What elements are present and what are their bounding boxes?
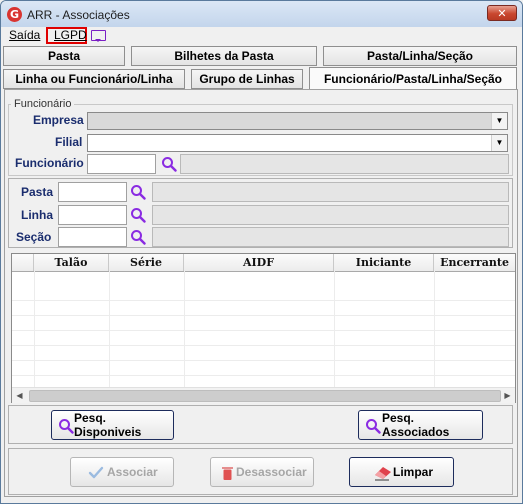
pesq-associados-button[interactable]: Pesq. Associados [358, 410, 483, 440]
search-icon [59, 419, 74, 434]
grid-row-line [12, 361, 515, 376]
pasta-description [152, 182, 509, 202]
checkmark-icon [88, 466, 104, 479]
grid-header-iniciante[interactable]: Iniciante [334, 254, 434, 271]
grid-row-line [12, 316, 515, 331]
scroll-right-icon[interactable]: ▶ [500, 388, 515, 403]
associar-button[interactable]: Associar [70, 457, 174, 487]
funcionario-code-input[interactable] [87, 154, 156, 174]
filial-label: Filial [55, 135, 83, 149]
desassociar-label: Desassociar [236, 465, 307, 479]
associar-label: Associar [107, 465, 158, 479]
window-title: ARR - Associações [27, 8, 130, 22]
grid-row-line [12, 331, 515, 346]
title-bar: G ARR - Associações ✕ [1, 1, 522, 27]
grid-header-aidf[interactable]: AIDF [184, 254, 334, 271]
pasta-label: Pasta [21, 185, 54, 199]
search-icon[interactable] [130, 229, 146, 245]
desassociar-button[interactable]: Desassociar [210, 457, 314, 487]
empresa-select[interactable]: ▼ [87, 112, 508, 130]
grid-row-line [12, 286, 515, 301]
tab-pasta-linha-secao[interactable]: Pasta/Linha/Seção [323, 46, 517, 66]
linha-label: Linha [21, 208, 53, 222]
limpar-button[interactable]: Limpar [349, 457, 454, 487]
linha-input[interactable] [58, 205, 127, 225]
close-button[interactable]: ✕ [487, 5, 517, 21]
pasta-input[interactable] [58, 182, 127, 202]
secao-input[interactable] [58, 227, 127, 247]
search-icon[interactable] [130, 184, 146, 200]
linha-description [152, 205, 509, 225]
grid-row-line [12, 301, 515, 316]
tab-pasta[interactable]: Pasta [3, 46, 125, 66]
menu-lgpd[interactable]: LGPD [54, 28, 87, 42]
funcionario-label: Funcionário [15, 156, 84, 170]
grid-header-select [12, 254, 34, 271]
pesq-disponiveis-label: Pesq. Disponiveis [74, 411, 142, 439]
pesq-associados-label: Pesq. Associados [382, 411, 450, 439]
grid-header-encerrante[interactable]: Encerrante [434, 254, 515, 271]
main-window: G ARR - Associações ✕ Saída LGPD Pasta B… [0, 0, 523, 504]
search-icon [366, 419, 381, 434]
grid-row-line [12, 346, 515, 361]
horizontal-scrollbar[interactable]: ◀ ▶ [12, 387, 515, 403]
scrollbar-thumb[interactable] [29, 390, 501, 402]
search-icon[interactable] [161, 156, 177, 172]
empresa-label: Empresa [33, 113, 84, 127]
trash-icon [222, 467, 233, 480]
eraser-icon [375, 467, 391, 481]
grid-header: Talão Série AIDF Iniciante Encerrante [12, 254, 515, 272]
funcionario-name-display [180, 154, 509, 174]
grid-header-serie[interactable]: Série [109, 254, 184, 271]
message-icon[interactable] [91, 30, 106, 42]
filial-select[interactable]: ▼ [87, 134, 508, 152]
chevron-down-icon[interactable]: ▼ [491, 135, 507, 151]
tab-linha-funcionario-linha[interactable]: Linha ou Funcionário/Linha [3, 69, 185, 89]
secao-label: Seção [16, 230, 52, 244]
funcionario-group-title: Funcionário [11, 98, 75, 110]
tab-bilhetes-da-pasta[interactable]: Bilhetes da Pasta [131, 46, 317, 66]
limpar-label: Limpar [393, 465, 434, 479]
results-grid[interactable]: Talão Série AIDF Iniciante Encerrante ◀ … [11, 253, 516, 403]
pesq-disponiveis-button[interactable]: Pesq. Disponiveis [51, 410, 174, 440]
tab-funcionario-pasta-linha-secao[interactable]: Funcionário/Pasta/Linha/Seção [309, 67, 517, 90]
tab-grupo-de-linhas[interactable]: Grupo de Linhas [191, 69, 303, 89]
chevron-down-icon[interactable]: ▼ [491, 113, 507, 129]
menu-saida[interactable]: Saída [9, 28, 40, 42]
secao-description [152, 227, 509, 247]
app-logo-icon: G [7, 7, 22, 22]
grid-header-talao[interactable]: Talão [34, 254, 109, 271]
scroll-left-icon[interactable]: ◀ [12, 388, 27, 403]
search-icon[interactable] [130, 207, 146, 223]
